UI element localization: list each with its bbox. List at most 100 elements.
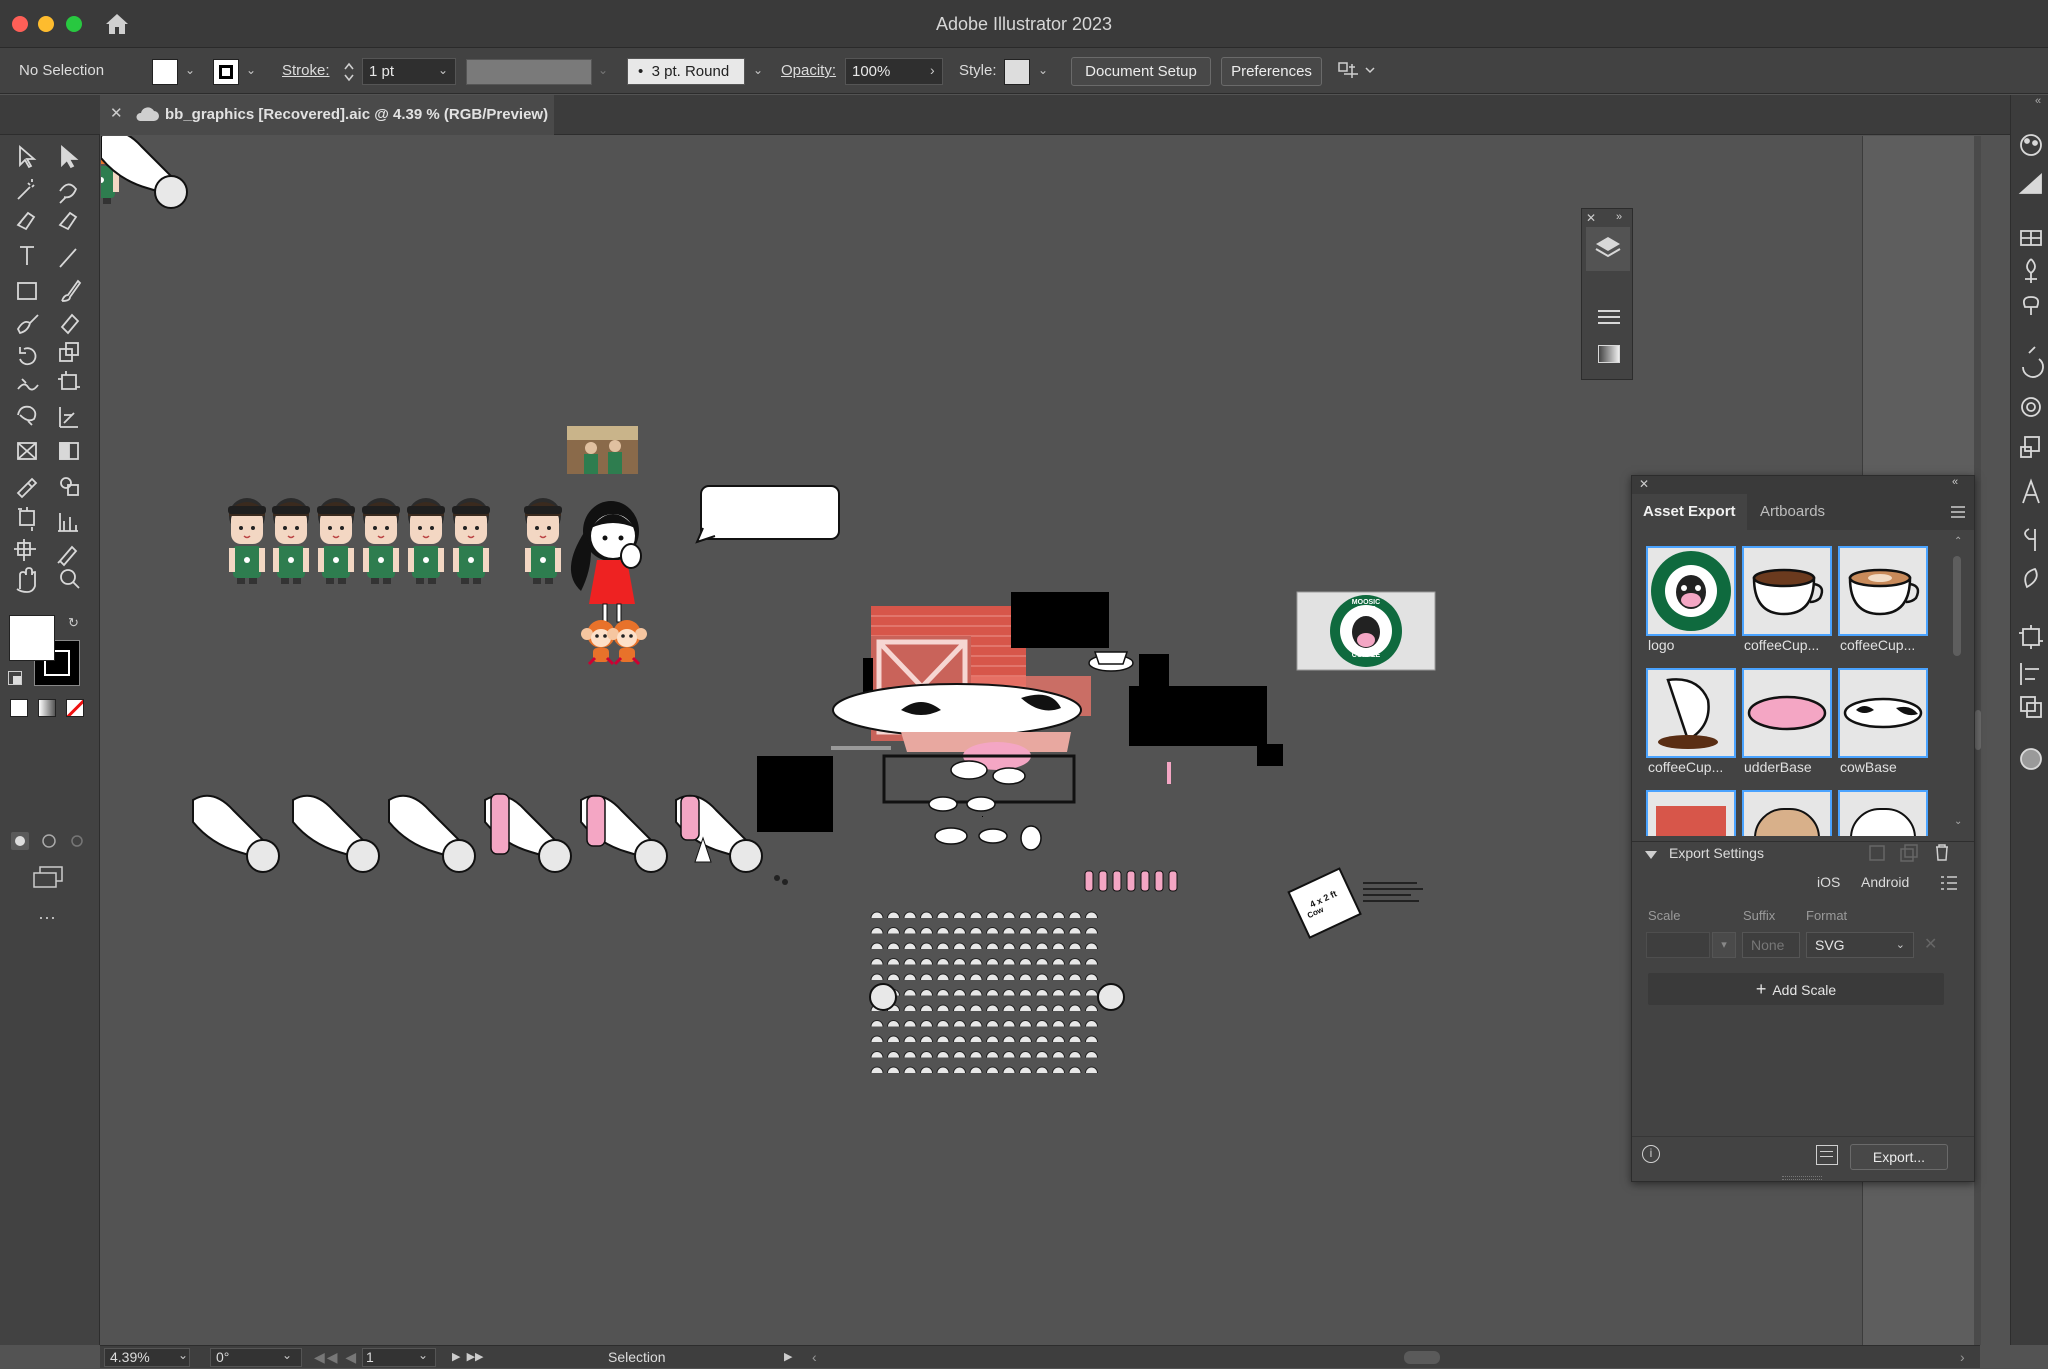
horizontal-scroll-thumb[interactable] — [1404, 1351, 1440, 1364]
export-panel-list-icon[interactable] — [1816, 1145, 1838, 1165]
status-menu-arrow-icon[interactable]: ▶ — [784, 1346, 792, 1369]
opacity-field[interactable]: 100% — [845, 58, 943, 85]
fill-color-box-front[interactable] — [9, 615, 55, 661]
next-last-artboard-icon[interactable]: ▶ ▶▶ — [452, 1346, 484, 1369]
zoom-value: 4.39% — [110, 1349, 150, 1365]
expand-panels-icon[interactable]: « — [2035, 95, 2041, 107]
fill-swatch[interactable] — [152, 59, 178, 85]
add-asset-icon[interactable] — [1868, 844, 1888, 862]
style-chevron-icon[interactable]: ⌄ — [1038, 63, 1048, 77]
color-mode-icon[interactable] — [10, 699, 28, 717]
first-previous-artboard-icon[interactable]: ◀◀ ◀ — [314, 1346, 358, 1369]
opacity-label[interactable]: Opacity: — [781, 48, 836, 94]
asset-list-scrollbar[interactable]: ⌃ ⌄ — [1952, 536, 1962, 832]
stroke-swatch[interactable] — [213, 59, 239, 85]
change-screen-mode-icon[interactable] — [32, 865, 64, 891]
asset-tile-coffee-cup-1[interactable] — [1742, 546, 1832, 636]
stroke-dropdown-chevron-icon[interactable]: ⌄ — [246, 63, 256, 77]
asset-tile-cup-5[interactable] — [1838, 790, 1928, 836]
spilled-cup-icon — [1658, 678, 1718, 749]
export-button[interactable]: Export... — [1850, 1144, 1948, 1170]
gradient-mode-icon[interactable] — [38, 699, 56, 717]
style-label: Style: — [959, 62, 997, 79]
scroll-left-icon[interactable]: ‹ — [812, 1346, 817, 1369]
size-tag — [1287, 867, 1362, 939]
home-icon[interactable] — [104, 12, 130, 36]
vertical-scroll-thumb[interactable] — [1975, 710, 1981, 750]
mini-panel-dock: ✕ » — [1581, 208, 1633, 380]
duplicate-asset-icon[interactable] — [1900, 844, 1920, 862]
preferences-button[interactable]: Preferences — [1221, 57, 1322, 86]
artboard-number: 1 — [366, 1349, 374, 1365]
default-fill-stroke-icon[interactable] — [8, 671, 22, 685]
stroke-weight-chevron-icon[interactable]: ⌄ — [438, 63, 448, 77]
mini-panel-expand-icon[interactable]: » — [1616, 211, 1622, 223]
format-select[interactable]: SVG ⌄ — [1806, 932, 1914, 958]
tab-asset-export-label: Asset Export — [1643, 503, 1736, 520]
layers-panel-button[interactable] — [1586, 227, 1630, 271]
properties-panel-icon[interactable] — [1596, 307, 1622, 327]
panel-resize-grip[interactable] — [1782, 1176, 1822, 1180]
panel-menu-icon[interactable] — [1950, 506, 1966, 518]
draw-mode-icons[interactable] — [10, 831, 90, 851]
speech-bubble — [695, 485, 840, 544]
arrange-documents-icon[interactable] — [1338, 60, 1378, 82]
add-scale-button[interactable]: + Add Scale — [1648, 973, 1944, 1005]
title-bar: Adobe Illustrator 2023 — [0, 0, 2048, 48]
profile-chevron-icon[interactable]: ⌄ — [598, 63, 608, 77]
remove-scale-icon[interactable]: ✕ — [1924, 934, 1937, 954]
platform-ios[interactable]: iOS — [1817, 874, 1840, 890]
info-icon[interactable]: i — [1642, 1145, 1660, 1163]
delete-asset-icon[interactable] — [1934, 842, 1950, 862]
panel-header[interactable] — [1632, 476, 1974, 494]
minimize-window-button[interactable] — [38, 16, 54, 32]
brush-definition-field[interactable]: • 3 pt. Round — [627, 58, 745, 85]
canvas[interactable]: MOOSIC CAFE COFFEE 4 x 2 ft Cow ✕ » ✕ « … — [101, 136, 1981, 1345]
gradient-panel-icon[interactable] — [1598, 345, 1620, 363]
tab-artboards[interactable]: Artboards — [1760, 494, 1825, 530]
artwork[interactable] — [101, 136, 1701, 1136]
scroll-right-icon[interactable]: › — [1960, 1346, 1965, 1369]
asset-label-logo: logo — [1648, 637, 1675, 653]
export-presets-list-icon[interactable] — [1940, 875, 1958, 891]
stroke-label[interactable]: Stroke: — [282, 48, 330, 94]
asset-tile-cup-4[interactable] — [1742, 790, 1832, 836]
asset-export-panel: ✕ « Asset Export Artboards logo coffeeCu… — [1631, 475, 1975, 1182]
rotation-value: 0° — [216, 1349, 230, 1365]
stroke-stepper-icon[interactable] — [342, 60, 356, 84]
edit-toolbar-icon[interactable]: ··· — [38, 907, 56, 928]
zoom-window-button[interactable] — [66, 16, 82, 32]
suffix-field[interactable]: None — [1742, 932, 1800, 958]
panel-collapse-icon[interactable]: « — [1952, 476, 1958, 488]
opacity-chevron-right-icon[interactable]: › — [930, 62, 935, 78]
none-mode-icon[interactable] — [66, 699, 84, 717]
panel-close-icon[interactable]: ✕ — [1639, 477, 1649, 491]
swap-fill-stroke-icon[interactable]: ↻ — [68, 615, 79, 631]
divider — [1632, 841, 1974, 842]
close-window-button[interactable] — [12, 16, 28, 32]
asset-tile-udder-base[interactable] — [1742, 668, 1832, 758]
export-settings-disclosure-icon[interactable] — [1644, 850, 1658, 860]
document-setup-button[interactable]: Document Setup — [1071, 57, 1211, 86]
close-tab-icon[interactable]: ✕ — [110, 104, 123, 122]
zoom-chevron-icon[interactable]: ⌄ — [178, 1348, 188, 1362]
scale-field[interactable] — [1646, 932, 1710, 958]
platform-android[interactable]: Android — [1861, 874, 1909, 890]
artboard-chevron-icon[interactable]: ⌄ — [418, 1348, 428, 1362]
rotation-chevron-icon[interactable]: ⌄ — [282, 1348, 292, 1362]
right-panel-icons[interactable] — [2017, 131, 2045, 891]
variable-width-profile[interactable] — [466, 59, 592, 85]
mini-panel-close-icon[interactable]: ✕ — [1586, 211, 1596, 225]
style-swatch[interactable] — [1004, 59, 1030, 85]
fill-dropdown-chevron-icon[interactable]: ⌄ — [185, 63, 195, 77]
export-settings-label: Export Settings — [1669, 845, 1764, 861]
asset-tile-barn[interactable] — [1646, 790, 1736, 836]
black-square — [757, 756, 833, 832]
asset-tile-coffee-cup-2[interactable] — [1838, 546, 1928, 636]
scale-dropdown-icon[interactable]: ▾ — [1712, 932, 1736, 958]
asset-tile-cow-base[interactable] — [1838, 668, 1928, 758]
monkey-characters — [101, 136, 649, 666]
asset-tile-logo[interactable] — [1646, 546, 1736, 636]
asset-tile-coffee-cup-3[interactable] — [1646, 668, 1736, 758]
brush-chevron-icon[interactable]: ⌄ — [753, 63, 763, 77]
